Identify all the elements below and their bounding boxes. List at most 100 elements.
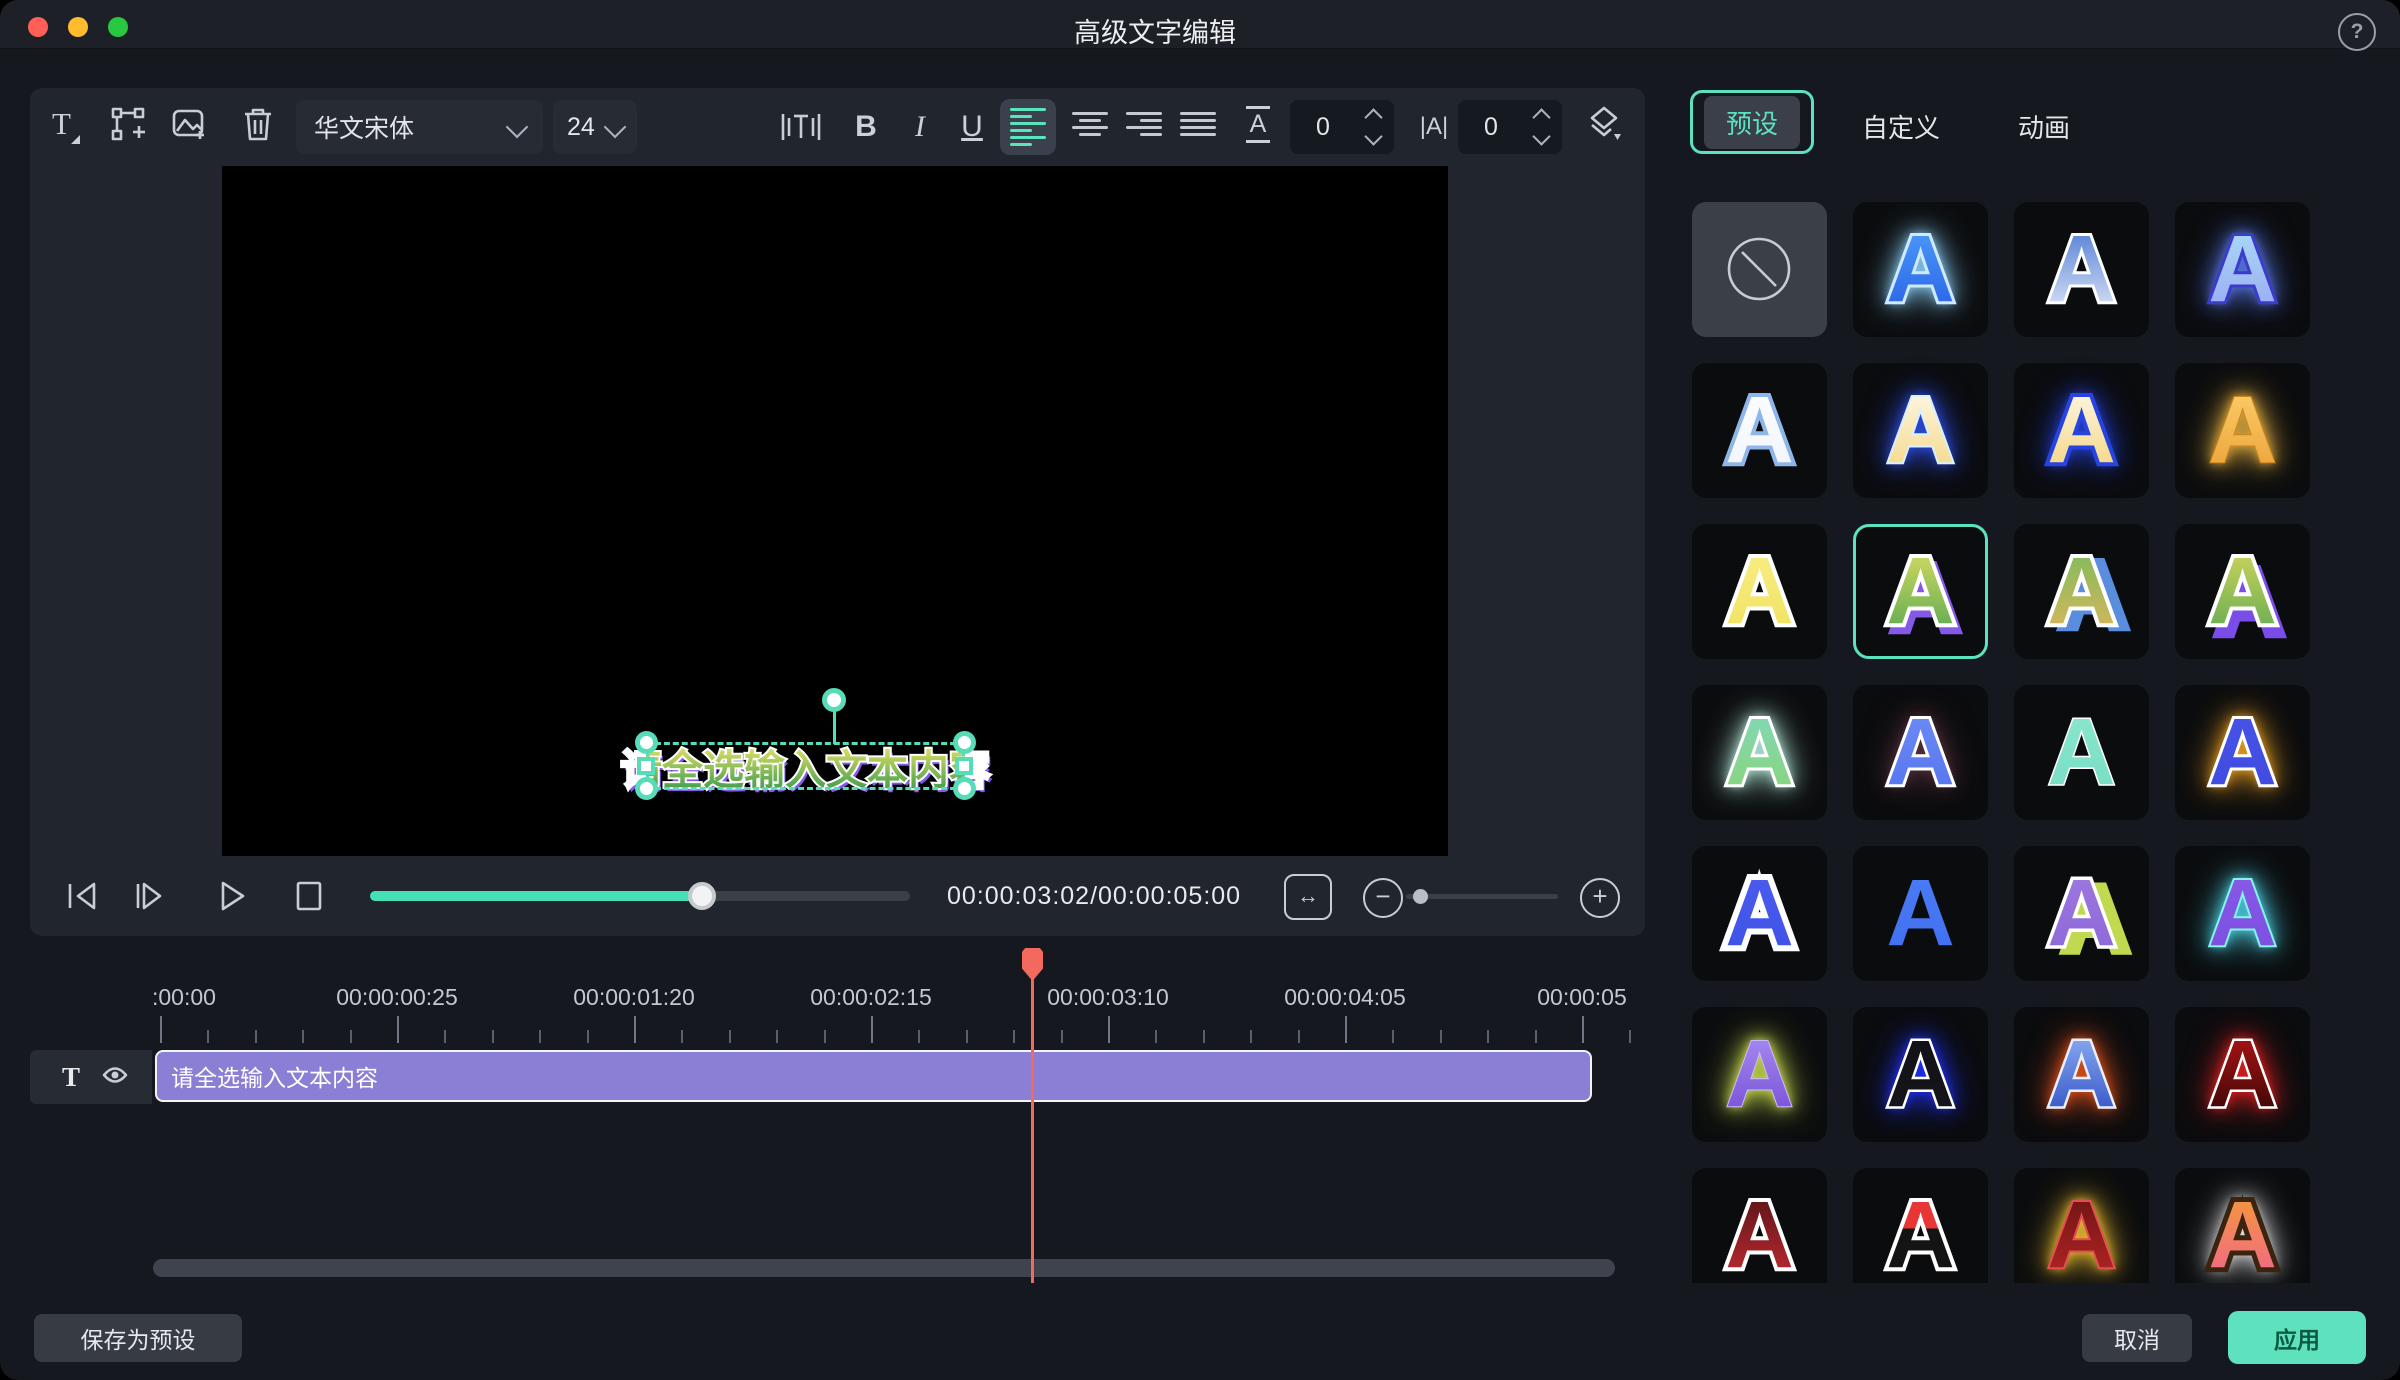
line-spacing-icon[interactable]: A [1236, 104, 1280, 144]
glyph-fill: A [2014, 524, 2149, 659]
preset-tile-yellow-white-outline[interactable]: AA [1692, 524, 1827, 659]
preset-tile-orange-pink-brown-outline[interactable]: AA [2175, 1168, 2310, 1283]
add-image-icon[interactable] [168, 104, 212, 144]
preset-tile-yellow-green-purple-shadow[interactable]: AAA [1853, 524, 1988, 659]
preset-tile-white-periwinkle-outline[interactable]: AA [1692, 363, 1827, 498]
preset-tile-periwinkle-navy-outline[interactable]: AA [2175, 202, 2310, 337]
major-tick [1582, 1016, 1584, 1043]
transform-tool-icon[interactable] [106, 104, 150, 144]
help-icon[interactable]: ? [2338, 13, 2376, 51]
glyph-fill: A [1692, 363, 1827, 498]
preset-tile-maroon-yellow-glow[interactable]: AA [2014, 1168, 2149, 1283]
preset-tile-blue-fire-glow[interactable]: AA [2014, 1007, 2149, 1142]
minor-tick [1013, 1030, 1015, 1043]
preset-tile-white-gold-blue-outline[interactable]: AA [2014, 363, 2149, 498]
align-right-button[interactable] [1122, 104, 1166, 144]
cancel-button[interactable]: 取消 [2082, 1314, 2192, 1362]
preset-tile-purple-lime-glow[interactable]: AA [1692, 1007, 1827, 1142]
preset-tile-mint-plain[interactable]: AA [2014, 685, 2149, 820]
char-spacing-icon[interactable]: |A| [1410, 107, 1458, 147]
zoom-slider-thumb[interactable] [1413, 889, 1428, 904]
handle-top-left[interactable] [635, 731, 658, 754]
play-button[interactable] [214, 878, 250, 919]
align-justify-button[interactable] [1176, 104, 1220, 144]
handle-top-right[interactable] [953, 731, 976, 754]
char-spacing-stepper[interactable]: 0 [1458, 100, 1562, 154]
close-traffic-light[interactable] [28, 17, 48, 37]
selection-box[interactable] [646, 742, 965, 790]
preset-tile-blue-to-white[interactable]: AA [2014, 202, 2149, 337]
preset-tile-periwinkle-maroon-outline[interactable]: AA [1853, 685, 1988, 820]
minor-tick [966, 1030, 968, 1043]
preset-tile-yellow-green-violet-shadow[interactable]: AAA [2175, 524, 2310, 659]
seek-slider-track[interactable] [370, 891, 910, 901]
glyph-fill: A [1853, 202, 1988, 337]
italic-button[interactable]: I [900, 107, 940, 147]
align-center-button[interactable] [1068, 104, 1112, 144]
apply-button[interactable]: 应用 [2228, 1311, 2366, 1364]
font-family-select[interactable]: 华文宋体 [296, 100, 543, 154]
preset-tile-black-blue-neon[interactable]: AA [1853, 1007, 1988, 1142]
preset-tile-purple-lime-shadow[interactable]: AAA [2014, 846, 2149, 981]
preset-tile-blue-cyan-glow[interactable]: AA [1853, 202, 1988, 337]
glyph-fill: A [1853, 846, 1988, 981]
glyph-fill: A [1853, 363, 1988, 498]
handle-bottom-left[interactable] [635, 777, 658, 800]
delete-trash-icon[interactable] [236, 104, 280, 144]
zoom-slider-track[interactable] [1406, 894, 1558, 899]
preset-tile-gold-glow[interactable]: AA [2175, 363, 2310, 498]
visibility-eye-icon[interactable] [102, 1065, 128, 1090]
minor-tick [1629, 1030, 1631, 1043]
next-frame-button[interactable] [130, 878, 170, 919]
tab-presets[interactable]: 预设 [1690, 90, 1814, 154]
align-left-icon [1010, 108, 1046, 146]
stepper-arrows-icon[interactable] [1364, 108, 1383, 146]
zoom-out-icon[interactable]: − [1363, 878, 1403, 918]
ruler-label: 00:00:04:05 [1284, 984, 1406, 1010]
text-clip[interactable]: 请全选输入文本内容 [155, 1050, 1592, 1102]
tab-custom[interactable]: 自定义 [1862, 108, 1940, 145]
horizontal-scrollbar[interactable] [153, 1259, 1615, 1277]
fit-to-window-icon[interactable]: ↔ [1284, 874, 1332, 920]
vertical-text-icon[interactable] [772, 107, 830, 147]
style-layers-icon[interactable] [1580, 104, 1628, 144]
preset-tile-blue-plain[interactable]: A [1853, 846, 1988, 981]
preset-tile-black-red-glow[interactable]: AA [2175, 1007, 2310, 1142]
font-size-select[interactable]: 24 [553, 100, 637, 154]
preset-tile-teal-green-glow[interactable]: AA [1692, 685, 1827, 820]
line-spacing-stepper[interactable]: 0 [1290, 100, 1394, 154]
playhead-handle[interactable] [1022, 948, 1043, 981]
rotation-handle[interactable] [822, 688, 846, 712]
major-tick [1345, 1016, 1347, 1043]
preset-tile-darkred-red[interactable]: AA [1692, 1168, 1827, 1283]
preset-tile-blue-orange-outline[interactable]: AA [2175, 685, 2310, 820]
seek-slider-thumb[interactable] [688, 882, 716, 910]
preset-tile-white-gold-blue-glow[interactable]: AA [1853, 363, 1988, 498]
zoom-in-icon[interactable]: + [1580, 878, 1620, 918]
preset-tile-red-black-split[interactable]: AA [1853, 1168, 1988, 1283]
minor-tick [824, 1030, 826, 1043]
preset-tile-no-style[interactable] [1692, 202, 1827, 337]
glyph-fill: A [2175, 846, 2310, 981]
glyph-fill: A [2175, 202, 2310, 337]
save-as-preset-button[interactable]: 保存为预设 [34, 1314, 242, 1362]
zoom-traffic-light[interactable] [108, 17, 128, 37]
underline-button[interactable]: U [952, 107, 992, 147]
stepper-arrows-icon[interactable] [1532, 108, 1551, 146]
previous-frame-button[interactable] [62, 878, 102, 919]
handle-mid-left[interactable] [637, 757, 655, 775]
align-left-button-active[interactable] [1000, 99, 1056, 155]
preset-tile-green-orange-blue-shadow[interactable]: AAA [2014, 524, 2149, 659]
handle-mid-right[interactable] [955, 757, 973, 775]
handle-bottom-right[interactable] [953, 777, 976, 800]
preset-tile-purple-neon-cyan[interactable]: AA [2175, 846, 2310, 981]
tab-animation[interactable]: 动画 [2018, 108, 2070, 145]
glyph-fill: A [2175, 524, 2310, 659]
minimize-traffic-light[interactable] [68, 17, 88, 37]
stop-button[interactable] [292, 878, 326, 919]
ruler-label: 00:00:00:25 [336, 984, 458, 1010]
minor-tick [255, 1030, 257, 1043]
preset-tile-blue-white-outline[interactable]: AA [1692, 846, 1827, 981]
text-tool-button[interactable]: T [44, 104, 88, 144]
bold-button[interactable]: B [846, 107, 886, 147]
